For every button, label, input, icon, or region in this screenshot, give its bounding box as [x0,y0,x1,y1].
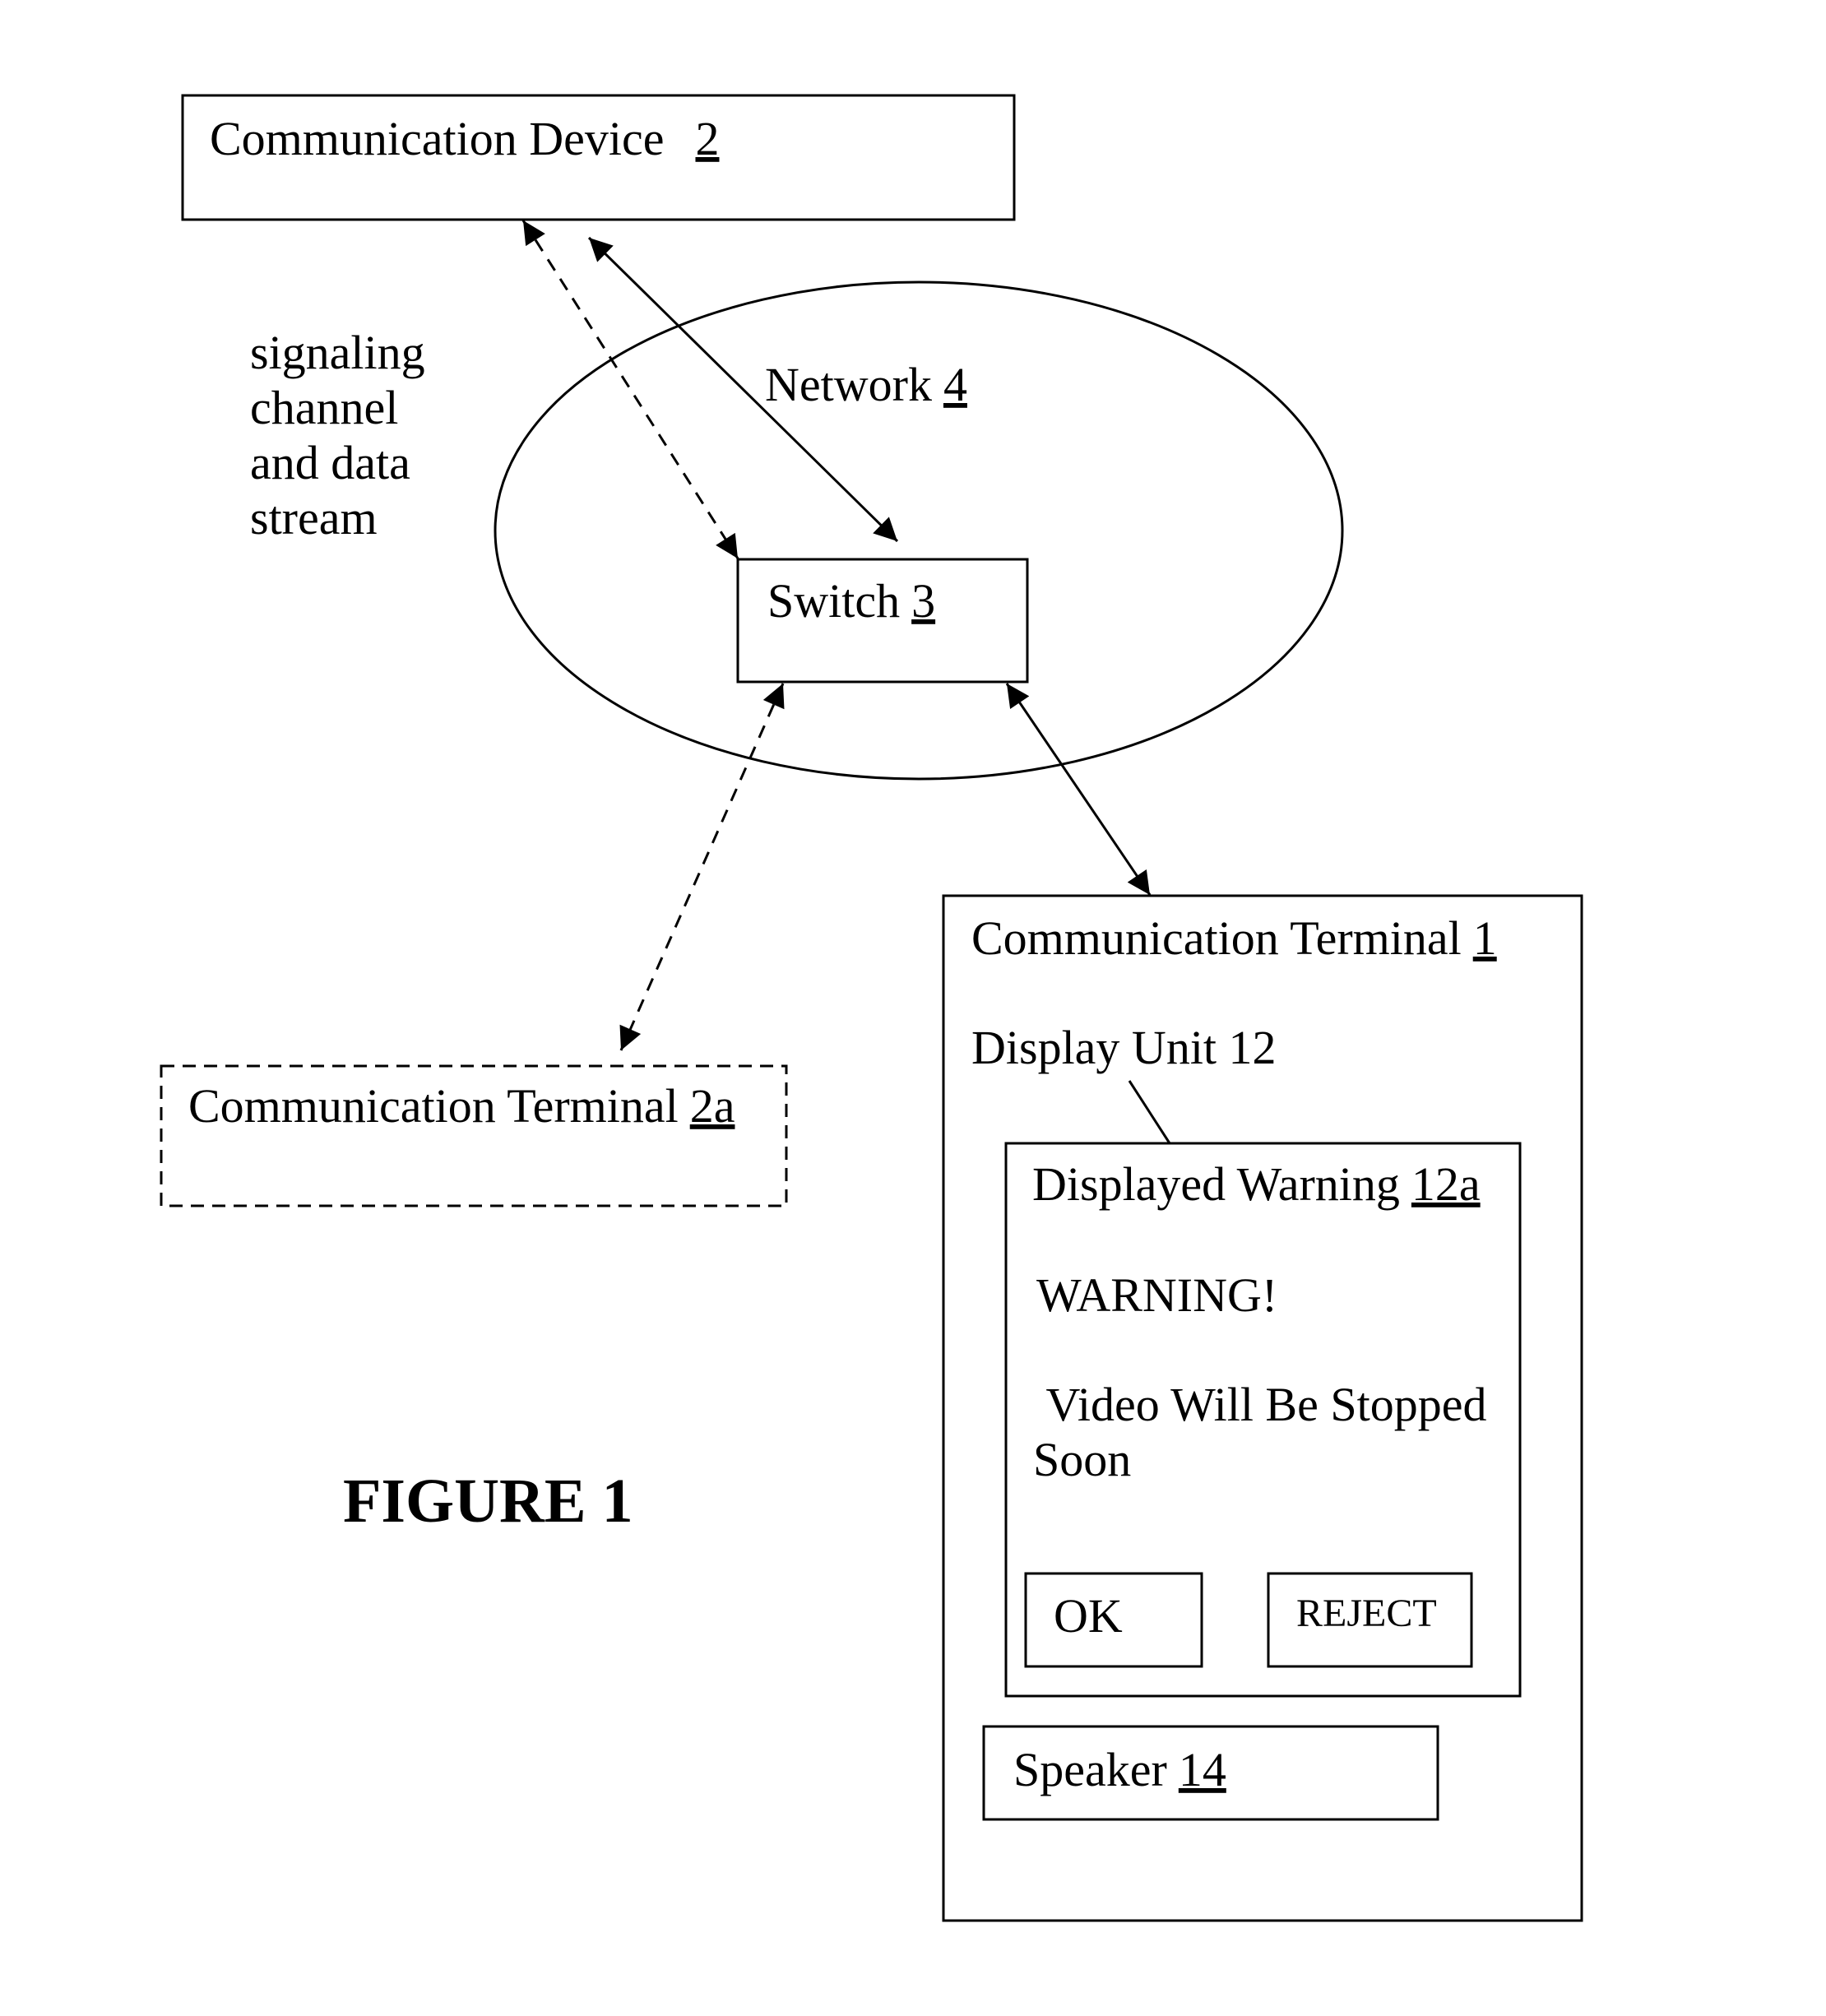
displayed-warning: Displayed Warning 12a WARNING! Video Will… [1004,1142,1522,1698]
warning-heading: WARNING! [1036,1268,1277,1322]
signaling-note: signaling channel and data stream [250,326,425,545]
display-unit-label: Display Unit 12 [971,1021,1277,1074]
connection-switch-terminal-1-solid [1005,683,1152,896]
terminal-2a-label: Communication Terminal 2a [188,1079,735,1133]
communication-device-ref: 2 [695,112,719,165]
signaling-note-line: signaling [250,326,425,379]
warning-message-line: Soon [1033,1433,1131,1486]
network-ellipse [494,280,1344,781]
switch-ref: 3 [911,574,935,628]
communication-device-label: Communication Device 2 [210,112,719,165]
network-node: Network 4 [494,280,1344,781]
displayed-warning-label: Displayed Warning 12a [1032,1157,1481,1211]
signaling-note-line: channel [250,381,398,434]
speaker: Speaker 14 [982,1725,1439,1821]
warning-message-line: Video Will Be Stopped [1035,1378,1486,1431]
ok-button-label[interactable]: OK [1054,1589,1123,1643]
communication-device-node: Communication Device 2 [181,94,1016,221]
ok-button[interactable]: OK [1024,1572,1203,1668]
terminal-2a-ref: 2a [690,1079,735,1133]
terminal-2a-node: Communication Terminal 2a [160,1064,788,1207]
speaker-label: Speaker 14 [1013,1743,1226,1796]
network-label: Network 4 [765,358,967,411]
speaker-ref: 14 [1179,1743,1226,1796]
switch-node: Switch 3 [736,558,1029,684]
signaling-note-line: and data [250,436,410,489]
terminal-1-label: Communication Terminal 1 [971,911,1497,965]
figure-caption: FIGURE 1 [343,1467,633,1536]
reject-button-label[interactable]: REJECT [1296,1592,1437,1635]
figure-canvas: Communication Device 2 signaling channel … [160,94,1583,1922]
reject-button[interactable]: REJECT [1267,1572,1473,1668]
displayed-warning-ref: 12a [1411,1157,1481,1211]
terminal-1-ref: 1 [1473,911,1497,965]
terminal-1-node: Communication Terminal 1 Display Unit 12 … [942,894,1583,1922]
network-ref: 4 [943,358,967,411]
signaling-note-line: stream [250,491,378,545]
connection-switch-terminal-2a-dashed [619,683,785,1051]
connection-device-switch-dashed [521,220,739,559]
